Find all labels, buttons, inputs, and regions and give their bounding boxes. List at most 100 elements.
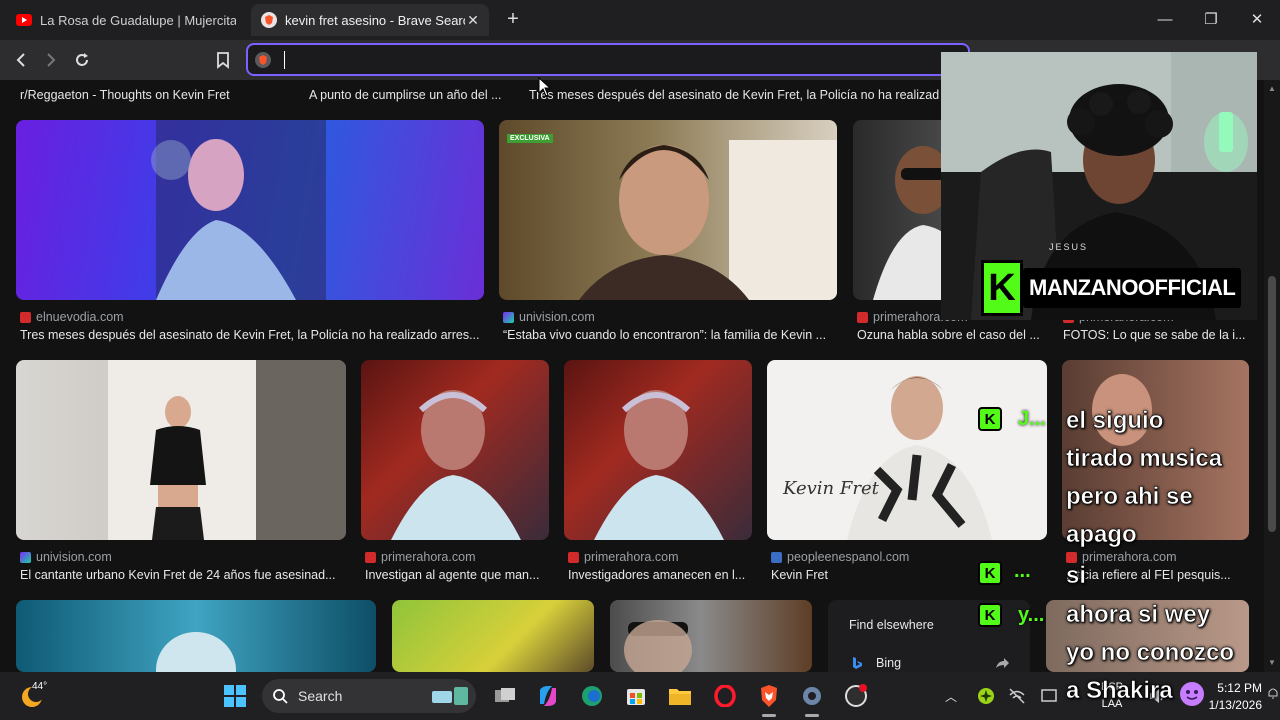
obs-icon[interactable]	[842, 682, 870, 710]
screen: La Rosa de Guadalupe | Mujercitas [F kev…	[0, 0, 1280, 720]
task-view-icon[interactable]	[491, 682, 519, 710]
result-caption[interactable]: A punto de cumplirse un año del ...	[309, 88, 509, 102]
opera-icon[interactable]	[711, 682, 739, 710]
image-result[interactable]: elnuevodia.com Tres meses después del as…	[16, 120, 484, 350]
back-button[interactable]	[8, 48, 34, 72]
image-result[interactable]	[392, 600, 594, 672]
clock-time[interactable]: 5:12 PM	[1200, 681, 1262, 695]
result-thumbnail[interactable]: EXCLUSIVA	[499, 120, 837, 300]
bookmark-button[interactable]	[210, 48, 236, 72]
reload-button[interactable]	[69, 48, 95, 72]
result-thumbnail[interactable]	[361, 360, 549, 540]
image-result[interactable]: EXCLUSIVA univision.com “Estaba vivo cua…	[499, 120, 837, 350]
result-thumbnail[interactable]	[610, 600, 812, 672]
bing-link[interactable]: Bing	[876, 656, 901, 670]
result-caption: Kevin Fret	[771, 568, 828, 582]
image-result[interactable]: univision.com El cantante urbano Kevin F…	[16, 360, 346, 590]
notification-bell-icon[interactable]	[1268, 686, 1278, 700]
tab-title: kevin fret asesino - Brave Search	[285, 12, 465, 28]
windows-start-icon[interactable]	[221, 682, 249, 710]
result-thumbnail[interactable]	[16, 360, 346, 540]
result-thumbnail[interactable]	[16, 120, 484, 300]
file-explorer-icon[interactable]	[666, 682, 694, 710]
result-caption: “Estaba vivo cuando lo encontraron”: la …	[503, 328, 827, 342]
maximize-button[interactable]: ❐	[1188, 6, 1234, 34]
scroll-up-arrow-icon[interactable]: ▲	[1267, 84, 1277, 93]
tab-brave-search[interactable]: kevin fret asesino - Brave Search ✕	[251, 4, 489, 36]
arrow-left-icon	[16, 53, 25, 67]
image-result[interactable]: Kevin Fret peopleenespanol.com Kevin Fre…	[767, 360, 1047, 590]
image-result[interactable]: primerahora.com ...ticia refiere al FEI …	[1062, 360, 1249, 590]
result-thumbnail[interactable]	[16, 600, 376, 672]
result-caption: Tres meses después del asesinato de Kevi…	[20, 328, 480, 342]
tab-strip: La Rosa de Guadalupe | Mujercitas [F kev…	[0, 0, 1280, 40]
tab-la-rosa[interactable]: La Rosa de Guadalupe | Mujercitas [F	[6, 4, 246, 36]
chat-message: apago	[1066, 521, 1137, 549]
close-window-button[interactable]: ✕	[1234, 6, 1280, 34]
close-tab-icon[interactable]: ✕	[465, 12, 481, 28]
store-icon[interactable]	[622, 682, 650, 710]
site-icon	[365, 551, 376, 563]
site-icon	[20, 311, 31, 323]
reload-icon	[76, 53, 88, 66]
clock-date[interactable]: 1/13/2026	[1200, 698, 1262, 712]
site-icon	[503, 311, 514, 323]
hoodie-text: JESUS	[1049, 242, 1089, 252]
result-source: univision.com	[20, 550, 112, 564]
address-bar[interactable]	[246, 43, 970, 76]
address-input[interactable]	[284, 49, 944, 71]
taskbar-search[interactable]: Search	[262, 679, 476, 713]
bookmark-icon	[217, 52, 229, 69]
source-text: primerahora.com	[1082, 550, 1177, 564]
page-scrollbar[interactable]: ▲ ▼	[1264, 80, 1280, 672]
kick-badge-icon: K	[978, 561, 1002, 585]
running-indicator	[805, 714, 819, 717]
site-icon	[568, 551, 579, 563]
show-hidden-icons[interactable]: ︿	[945, 688, 957, 705]
brave-browser-icon[interactable]	[755, 682, 783, 710]
source-text: elnuevodia.com	[36, 310, 124, 324]
new-tab-button[interactable]: +	[502, 8, 524, 30]
cast-icon[interactable]	[1035, 682, 1063, 710]
chat-message: si	[1066, 562, 1087, 590]
chat-message: ahora si wey	[1066, 601, 1211, 629]
brave-shield-icon[interactable]	[255, 52, 271, 68]
search-label: Search	[298, 688, 343, 704]
settings-icon[interactable]	[798, 682, 826, 710]
thumbnail-art	[156, 632, 236, 672]
result-caption: Ozuna habla sobre el caso del ...	[857, 328, 1040, 342]
image-result[interactable]	[610, 600, 812, 672]
scroll-thumb[interactable]	[1268, 276, 1276, 532]
edge-icon[interactable]	[578, 682, 606, 710]
tray-app-icon[interactable]	[972, 682, 1000, 710]
share-icon[interactable]	[994, 655, 1010, 671]
chat-username: ...	[1014, 560, 1031, 582]
kevin-fret-signature: Kevin Fret	[783, 478, 879, 499]
result-thumbnail[interactable]	[392, 600, 594, 672]
minimize-button[interactable]: —	[1142, 6, 1188, 34]
chat-username: J...	[1018, 408, 1046, 430]
thumbnail-art	[579, 140, 837, 300]
copilot-icon[interactable]	[534, 682, 562, 710]
kick-logo: K	[981, 260, 1023, 316]
forward-button[interactable]	[38, 48, 64, 72]
source-text: univision.com	[519, 310, 595, 324]
result-source: primerahora.com	[365, 550, 475, 564]
image-result[interactable]: primerahora.com Investigan al agente que…	[361, 360, 549, 590]
chat-message: yo no conozco	[1066, 639, 1235, 667]
mouse-cursor-icon	[538, 77, 552, 97]
arrow-right-icon	[47, 53, 56, 67]
result-thumbnail[interactable]	[564, 360, 752, 540]
result-thumbnail[interactable]: Kevin Fret	[767, 360, 1047, 540]
thumbnail-art	[847, 376, 992, 540]
result-caption[interactable]: r/Reggaeton - Thoughts on Kevin Fret	[20, 88, 290, 102]
network-off-icon[interactable]	[1003, 682, 1031, 710]
image-result[interactable]	[16, 600, 376, 672]
image-result[interactable]: primerahora.com Investigadores amanecen …	[564, 360, 752, 590]
result-caption[interactable]: Tres meses después del asesinato de Kevi…	[529, 88, 939, 102]
chat-message: el siguio	[1066, 407, 1164, 435]
thumbnail-art	[391, 390, 521, 540]
running-indicator	[762, 714, 776, 717]
chat-message: pero ahi se	[1066, 483, 1193, 511]
scroll-down-arrow-icon[interactable]: ▼	[1267, 658, 1277, 667]
